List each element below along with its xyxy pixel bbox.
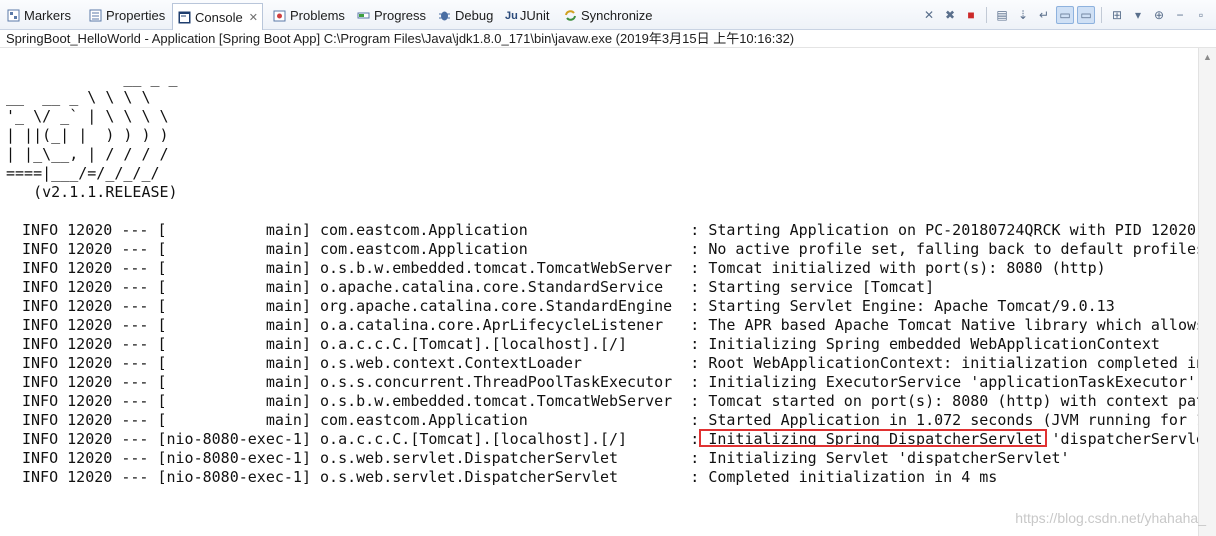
- log-line: INFO 12020 --- [ main] com.eastcom.Appli…: [22, 240, 1198, 258]
- watermark: https://blog.csdn.net/yhahaha_: [1015, 510, 1206, 526]
- console-icon: [177, 10, 191, 24]
- word-wrap-icon[interactable]: ↵: [1035, 6, 1053, 24]
- tab-debug[interactable]: Debug: [437, 5, 493, 26]
- remove-launch-icon[interactable]: ✕: [920, 6, 938, 24]
- tab-console-label: Console: [195, 9, 243, 25]
- clear-console-icon[interactable]: ▤: [993, 6, 1011, 24]
- log-line: INFO 12020 --- [ main] org.apache.catali…: [22, 297, 1115, 315]
- markers-icon: [6, 9, 20, 23]
- show-on-stderr-icon[interactable]: ▭: [1077, 6, 1095, 24]
- tab-console[interactable]: Console ✕: [172, 3, 263, 30]
- log-output: INFO 12020 --- [ main] com.eastcom.Appli…: [22, 221, 1198, 487]
- minimize-icon[interactable]: −: [1171, 6, 1189, 24]
- close-icon[interactable]: ✕: [249, 11, 258, 24]
- console-toolbar: ✕ ✖ ■ ▤ ⇣ ↵ ▭ ▭ ⊞ ▾ ⊕ − ▫: [920, 6, 1210, 24]
- toolbar-separator: [986, 7, 987, 23]
- problems-icon: [272, 9, 286, 23]
- tab-progress-label: Progress: [374, 8, 427, 23]
- tab-junit-label: JUnit: [519, 8, 550, 23]
- tab-properties[interactable]: Properties: [88, 5, 165, 26]
- scroll-up-icon[interactable]: ▲: [1203, 52, 1212, 62]
- display-console-icon[interactable]: ▾: [1129, 6, 1147, 24]
- junit-icon: Ju: [505, 9, 518, 22]
- tab-synchronize-label: Synchronize: [581, 8, 653, 23]
- terminate-icon[interactable]: ■: [962, 6, 980, 24]
- tab-progress[interactable]: Progress: [356, 5, 426, 26]
- synchronize-icon: [563, 9, 577, 23]
- log-line: INFO 12020 --- [ main] o.s.s.concurrent.…: [22, 373, 1196, 391]
- log-line: INFO 12020 --- [ main] o.apache.catalina…: [22, 278, 935, 296]
- spring-boot-banner: __ _ _ __ __ _ \ \ \ \ '_ \/ _` | \ \ \ …: [6, 69, 178, 201]
- log-line: INFO 12020 --- [nio-8080-exec-1] o.s.web…: [22, 468, 998, 486]
- maximize-icon[interactable]: ▫: [1192, 6, 1210, 24]
- tab-problems[interactable]: Problems: [272, 5, 345, 26]
- log-line: INFO 12020 --- [ main] o.a.c.c.C.[Tomcat…: [22, 335, 1160, 353]
- show-on-stdout-icon[interactable]: ▭: [1056, 6, 1074, 24]
- log-line: INFO 12020 --- [nio-8080-exec-1] o.s.web…: [22, 449, 1070, 467]
- toolbar-separator: [1101, 7, 1102, 23]
- log-line: INFO 12020 --- [ main] o.s.web.context.C…: [22, 354, 1198, 372]
- tab-markers-label: Markers: [24, 8, 71, 23]
- debug-icon: [437, 9, 451, 23]
- progress-icon: [356, 9, 370, 23]
- log-line: INFO 12020 --- [ main] o.s.b.w.embedded.…: [22, 259, 1106, 277]
- vertical-scrollbar[interactable]: ▲: [1198, 48, 1216, 536]
- console-output[interactable]: __ _ _ __ __ _ \ \ \ \ '_ \/ _` | \ \ \ …: [0, 48, 1198, 536]
- tab-synchronize[interactable]: Synchronize: [563, 5, 653, 26]
- log-line: INFO 12020 --- [ main] o.s.b.w.embedded.…: [22, 392, 1198, 410]
- log-line: INFO 12020 --- [ main] com.eastcom.Appli…: [22, 411, 1198, 429]
- console-process-description: SpringBoot_HelloWorld - Application [Spr…: [0, 30, 1216, 48]
- pin-console-icon[interactable]: ⊞: [1108, 6, 1126, 24]
- remove-all-terminated-icon[interactable]: ✖: [941, 6, 959, 24]
- scroll-lock-icon[interactable]: ⇣: [1014, 6, 1032, 24]
- log-line: INFO 12020 --- [ main] o.a.catalina.core…: [22, 316, 1198, 334]
- tab-properties-label: Properties: [106, 8, 166, 23]
- log-line: INFO 12020 --- [nio-8080-exec-1] o.a.c.c…: [22, 430, 1198, 448]
- open-console-icon[interactable]: ⊕: [1150, 6, 1168, 24]
- tab-markers[interactable]: Markers: [6, 5, 71, 26]
- tab-junit[interactable]: Ju JUnit: [505, 5, 549, 26]
- tab-problems-label: Problems: [290, 8, 345, 23]
- tab-debug-label: Debug: [455, 8, 494, 23]
- view-tab-bar: Markers Properties Console ✕ Problems Pr…: [0, 0, 1216, 30]
- properties-icon: [88, 9, 102, 23]
- log-line: INFO 12020 --- [ main] com.eastcom.Appli…: [22, 221, 1196, 239]
